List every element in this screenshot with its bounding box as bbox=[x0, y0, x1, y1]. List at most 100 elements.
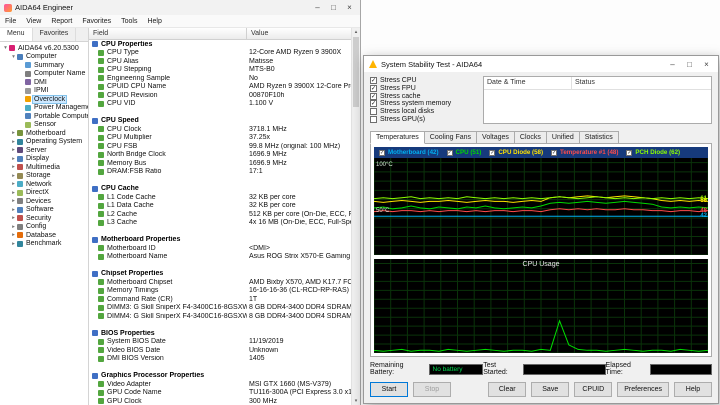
tree-item-network[interactable]: ▸Network bbox=[0, 180, 88, 189]
table-row[interactable]: Motherboard Properties bbox=[89, 236, 351, 245]
table-row[interactable]: CPU VID1.100 V bbox=[89, 100, 351, 109]
table-row[interactable]: CPUID CPU NameAMD Ryzen 9 3900X 12-Core … bbox=[89, 83, 351, 92]
checkbox-stress-gpu-s[interactable]: Stress GPU(s) bbox=[370, 116, 478, 123]
table-row[interactable]: L2 Cache512 KB per core (On-Die, ECC, Fu… bbox=[89, 210, 351, 219]
table-row[interactable]: Video BIOS DateUnknown bbox=[89, 346, 351, 355]
save-button[interactable]: Save bbox=[531, 382, 569, 397]
table-row[interactable]: L3 Cache4x 16 MB (On-Die, ECC, Full-Spee… bbox=[89, 219, 351, 228]
tab-temperatures[interactable]: Temperatures bbox=[370, 131, 425, 144]
tree-item-computer[interactable]: ▾Computer bbox=[0, 53, 88, 62]
tree-item-overclock[interactable]: Overclock bbox=[0, 95, 88, 104]
tree-item-storage[interactable]: ▸Storage bbox=[0, 172, 88, 181]
tree-item-server[interactable]: ▸Server bbox=[0, 146, 88, 155]
menu-item-help[interactable]: Help bbox=[142, 18, 166, 25]
cpuid-button[interactable]: CPUID bbox=[574, 382, 612, 397]
tree-item-motherboard[interactable]: ▸Motherboard bbox=[0, 129, 88, 138]
sidebar-tab-favorites[interactable]: Favorites bbox=[33, 28, 77, 41]
table-row[interactable]: L1 Code Cache32 KB per core bbox=[89, 193, 351, 202]
tab-statistics[interactable]: Statistics bbox=[579, 131, 619, 144]
titlebar[interactable]: AIDA64 Engineer – □ × bbox=[0, 0, 360, 15]
checkbox-stress-cache[interactable]: ✓Stress cache bbox=[370, 93, 478, 100]
tree-item-ipmi[interactable]: IPMI bbox=[0, 87, 88, 96]
table-row[interactable]: BIOS Properties bbox=[89, 329, 351, 338]
tab-cooling-fans[interactable]: Cooling Fans bbox=[424, 131, 477, 144]
tree-item-dmi[interactable]: DMI bbox=[0, 78, 88, 87]
tree-item-software[interactable]: ▸Software bbox=[0, 206, 88, 215]
checkbox-stress-system-memory[interactable]: ✓Stress system memory bbox=[370, 100, 478, 107]
tab-clocks[interactable]: Clocks bbox=[514, 131, 547, 144]
menu-item-report[interactable]: Report bbox=[46, 18, 77, 25]
clear-button[interactable]: Clear bbox=[488, 382, 526, 397]
table-row[interactable]: Motherboard ChipsetAMD Bixby X570, AMD K… bbox=[89, 278, 351, 287]
close-icon[interactable]: × bbox=[700, 57, 713, 72]
menu-item-file[interactable]: File bbox=[0, 18, 21, 25]
table-row[interactable]: Command Rate (CR)1T bbox=[89, 295, 351, 304]
scrollbar-thumb[interactable] bbox=[353, 37, 359, 107]
table-row[interactable]: Motherboard ID<DMI> bbox=[89, 244, 351, 253]
tree-item-database[interactable]: ▸Database bbox=[0, 231, 88, 240]
table-row[interactable]: CPU Multiplier37.25x bbox=[89, 134, 351, 143]
close-icon[interactable]: × bbox=[343, 0, 356, 15]
tree-item-display[interactable]: ▸Display bbox=[0, 155, 88, 164]
scroll-down-icon[interactable]: ▾ bbox=[355, 397, 358, 405]
table-row[interactable]: Video AdapterMSI GTX 1660 (MS-V379) bbox=[89, 380, 351, 389]
legend-item-pch-diode-62[interactable]: ✓PCH Diode (62) bbox=[626, 149, 680, 156]
checkbox-stress-cpu[interactable]: ✓Stress CPU bbox=[370, 77, 478, 84]
tree-item-devices[interactable]: ▸Devices bbox=[0, 197, 88, 206]
tree-item-aida64-v6-20-5300[interactable]: ▾AIDA64 v6.20.5300 bbox=[0, 44, 88, 53]
table-row[interactable]: CPU Type12-Core AMD Ryzen 9 3900X bbox=[89, 49, 351, 58]
titlebar[interactable]: System Stability Test - AIDA64 – □ × bbox=[364, 56, 718, 72]
table-row[interactable]: Engineering SampleNo bbox=[89, 74, 351, 83]
start-button[interactable]: Start bbox=[370, 382, 408, 397]
table-row[interactable]: CPU Cache bbox=[89, 185, 351, 194]
field-column-header[interactable]: Field bbox=[89, 28, 247, 39]
maximize-icon[interactable]: □ bbox=[327, 0, 340, 15]
scroll-up-icon[interactable]: ▴ bbox=[355, 28, 358, 36]
help-button[interactable]: Help bbox=[674, 382, 712, 397]
table-row[interactable]: CPU Properties bbox=[89, 40, 351, 49]
tab-voltages[interactable]: Voltages bbox=[476, 131, 515, 144]
tree-item-computer-name[interactable]: Computer Name bbox=[0, 70, 88, 79]
table-row[interactable]: Motherboard NameAsus ROG Strix X570-E Ga… bbox=[89, 253, 351, 262]
menu-item-favorites[interactable]: Favorites bbox=[77, 18, 116, 25]
table-row[interactable]: Chipset Properties bbox=[89, 270, 351, 279]
tree-item-operating-system[interactable]: ▸Operating System bbox=[0, 138, 88, 147]
tree-item-security[interactable]: ▸Security bbox=[0, 214, 88, 223]
table-row[interactable]: DIMM3: G Skill SniperX F4-3400C16-8GSXW8… bbox=[89, 304, 351, 313]
table-row[interactable]: CPU Clock3718.1 MHz bbox=[89, 125, 351, 134]
menu-item-tools[interactable]: Tools bbox=[116, 18, 142, 25]
table-row[interactable]: Memory Bus1696.9 MHz bbox=[89, 159, 351, 168]
legend-item-cpu-diode-58[interactable]: ✓CPU Diode (58) bbox=[489, 149, 543, 156]
checkbox-stress-fpu[interactable]: ✓Stress FPU bbox=[370, 85, 478, 92]
table-row[interactable]: Graphics Processor Properties bbox=[89, 372, 351, 381]
table-row[interactable]: System BIOS Date11/19/2019 bbox=[89, 338, 351, 347]
menu-item-view[interactable]: View bbox=[21, 18, 46, 25]
tree-item-summary[interactable]: Summary bbox=[0, 61, 88, 70]
tab-unified[interactable]: Unified bbox=[546, 131, 580, 144]
preferences-button[interactable]: Preferences bbox=[617, 382, 669, 397]
table-row[interactable]: GPU Clock300 MHz bbox=[89, 397, 351, 405]
table-row[interactable]: L1 Data Cache32 KB per core bbox=[89, 202, 351, 211]
table-row[interactable]: Memory Timings16-16-16-36 (CL-RCD-RP-RAS… bbox=[89, 287, 351, 296]
tree-item-benchmark[interactable]: ▸Benchmark bbox=[0, 240, 88, 249]
tree-item-directx[interactable]: ▸DirectX bbox=[0, 189, 88, 198]
table-row[interactable]: GPU Code NameTU116-300A (PCI Express 3.0… bbox=[89, 389, 351, 398]
minimize-icon[interactable]: – bbox=[666, 57, 679, 72]
legend-item-temperature-1-48[interactable]: ✓Temperature #1 (48) bbox=[551, 149, 618, 156]
maximize-icon[interactable]: □ bbox=[683, 57, 696, 72]
table-row[interactable]: DRAM:FSB Ratio17:1 bbox=[89, 168, 351, 177]
tree-item-portable-computer[interactable]: Portable Computer bbox=[0, 112, 88, 121]
legend-item-motherboard-42[interactable]: ✓Motherboard (42) bbox=[379, 149, 439, 156]
vertical-scrollbar[interactable]: ▴ ▾ bbox=[351, 28, 360, 405]
legend-item-cpu-51[interactable]: ✓CPU (51) bbox=[447, 149, 482, 156]
table-row[interactable]: CPU Speed bbox=[89, 117, 351, 126]
checkbox-stress-local-disks[interactable]: Stress local disks bbox=[370, 108, 478, 115]
tree-item-power-management[interactable]: Power Management bbox=[0, 104, 88, 113]
table-row[interactable]: CPU AliasMatisse bbox=[89, 57, 351, 66]
table-row[interactable]: CPU SteppingMTS-B0 bbox=[89, 66, 351, 75]
table-row[interactable]: CPUID Revision00870F10h bbox=[89, 91, 351, 100]
table-row[interactable]: CPU FSB99.8 MHz (original: 100 MHz) bbox=[89, 142, 351, 151]
minimize-icon[interactable]: – bbox=[311, 0, 324, 15]
tree-item-multimedia[interactable]: ▸Multimedia bbox=[0, 163, 88, 172]
value-column-header[interactable]: Value bbox=[247, 28, 351, 39]
